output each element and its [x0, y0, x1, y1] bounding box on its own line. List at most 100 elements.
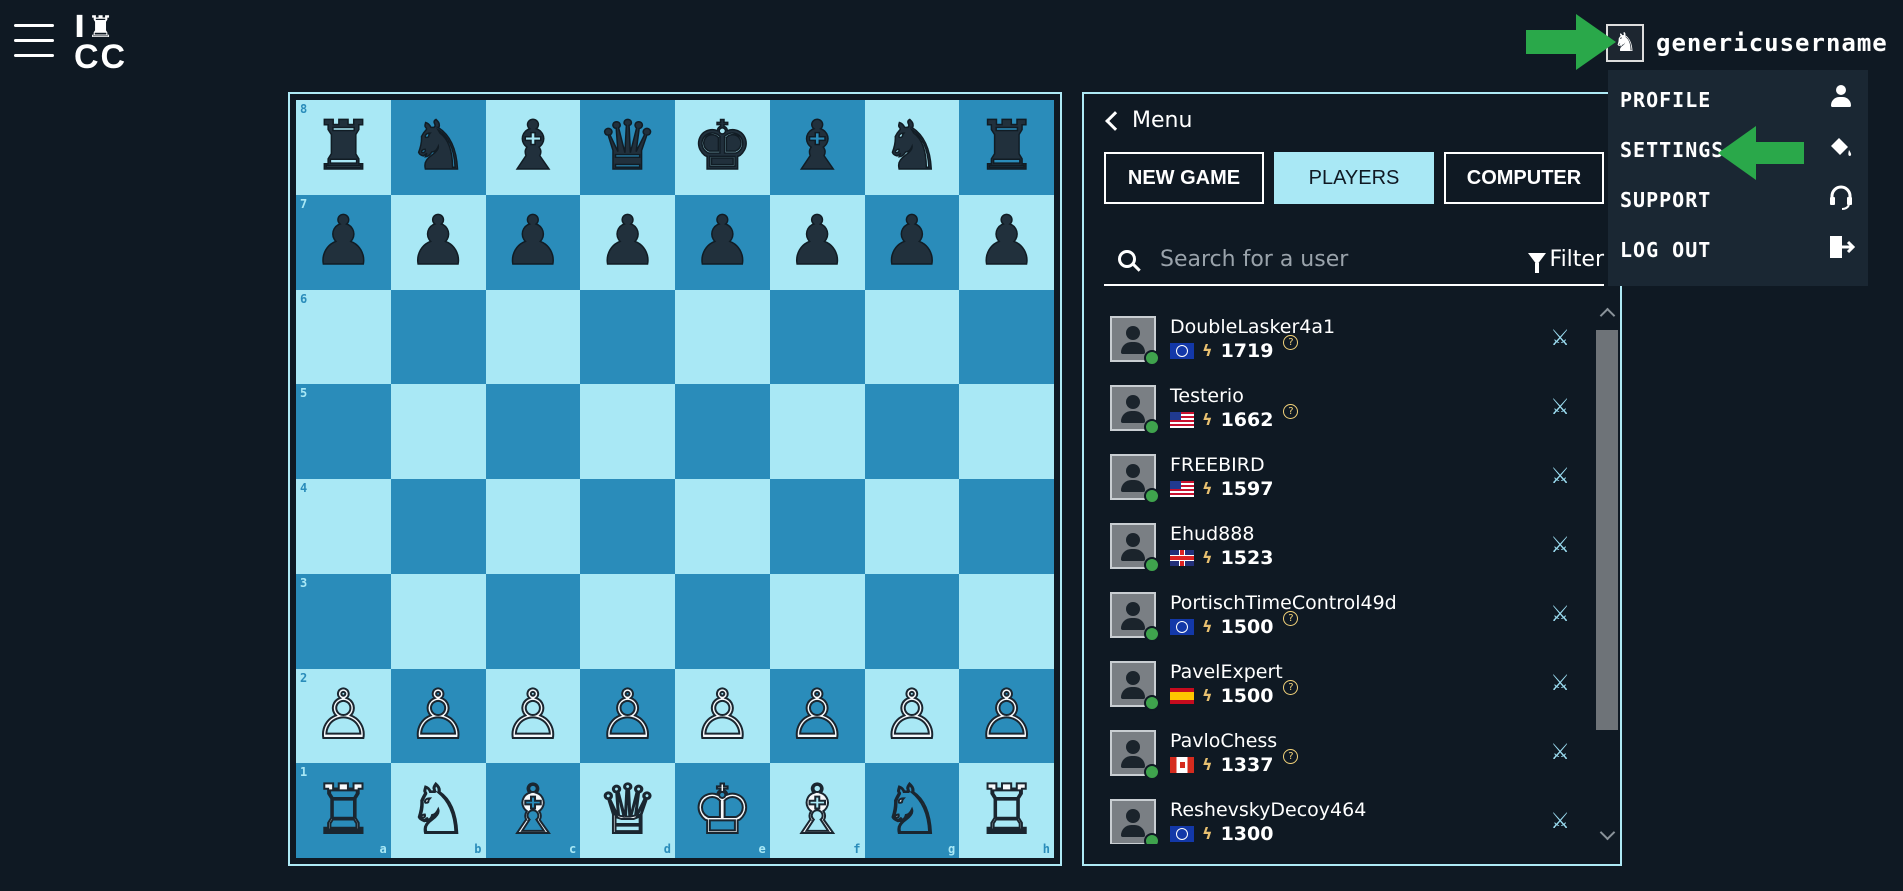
- player-list-scrollbar[interactable]: [1596, 304, 1618, 844]
- chess-piece[interactable]: ♗: [501, 775, 564, 845]
- chess-piece[interactable]: ♜: [312, 112, 374, 182]
- square-g6[interactable]: [864, 289, 960, 385]
- square-d5[interactable]: [580, 384, 675, 479]
- square-a3[interactable]: 3: [296, 573, 391, 669]
- square-c7[interactable]: ♟: [485, 194, 581, 290]
- player-row[interactable]: Testerio ϟ 1662? ⚔: [1104, 373, 1590, 442]
- chess-piece[interactable]: ♞: [407, 112, 469, 182]
- chess-piece[interactable]: ♙: [880, 680, 943, 750]
- player-row[interactable]: PavelExpert ϟ 1500? ⚔: [1104, 649, 1590, 718]
- square-a4[interactable]: 4: [296, 479, 391, 574]
- square-h7[interactable]: ♟: [959, 194, 1054, 290]
- chess-piece[interactable]: ♟: [312, 207, 374, 277]
- square-b3[interactable]: [390, 573, 486, 669]
- tab-players[interactable]: PLAYERS: [1274, 152, 1434, 204]
- scrollbar-thumb[interactable]: [1596, 330, 1618, 730]
- player-row[interactable]: FREEBIRD ϟ 1597 ⚔: [1104, 442, 1590, 511]
- chess-piece[interactable]: ♟: [691, 207, 753, 277]
- chess-board[interactable]: 8 ♜ ♞ ♝ ♛ ♚ ♝ ♞ ♜ 7 ♟ ♟ ♟ ♟ ♟ ♟ ♟ ♟ 6 5 4 3 2 ♙ ♙ ♙ ♙ ♙ ♙ ♙ ♙ 1 a ♖ b ♘ c ♗ d ♕…: [296, 100, 1054, 858]
- chess-piece[interactable]: ♞: [881, 112, 943, 182]
- square-g8[interactable]: ♞: [864, 100, 960, 195]
- square-g7[interactable]: ♟: [864, 194, 960, 290]
- player-row[interactable]: DoubleLasker4a1 ϟ 1719? ⚔: [1104, 304, 1590, 373]
- chess-piece[interactable]: ♙: [975, 680, 1038, 750]
- square-h6[interactable]: [959, 289, 1054, 385]
- hamburger-menu-button[interactable]: [14, 24, 54, 64]
- square-c1[interactable]: c ♗: [485, 763, 581, 858]
- square-b1[interactable]: b ♘: [390, 763, 486, 858]
- square-a7[interactable]: 7 ♟: [296, 194, 391, 290]
- menu-back-button[interactable]: Menu: [1104, 108, 1192, 133]
- scroll-down-icon[interactable]: [1599, 824, 1616, 841]
- chess-piece[interactable]: ♙: [501, 680, 564, 750]
- square-g2[interactable]: ♙: [864, 668, 960, 764]
- chess-piece[interactable]: ♝: [502, 112, 564, 182]
- square-e1[interactable]: e ♔: [675, 763, 770, 858]
- chess-piece[interactable]: ♛: [596, 112, 658, 182]
- chess-piece[interactable]: ♖: [312, 775, 375, 845]
- chess-piece[interactable]: ♟: [881, 207, 943, 277]
- square-h2[interactable]: ♙: [959, 668, 1054, 764]
- square-c5[interactable]: [485, 384, 581, 479]
- chess-piece[interactable]: ♟: [596, 207, 658, 277]
- square-b2[interactable]: ♙: [390, 668, 486, 764]
- dropdown-item-profile[interactable]: PROFILE: [1620, 78, 1856, 122]
- square-a8[interactable]: 8 ♜: [296, 100, 391, 195]
- user-menu-button[interactable]: ♞ genericusername: [1606, 24, 1888, 62]
- challenge-swords-icon[interactable]: ⚔: [1550, 809, 1570, 834]
- square-b6[interactable]: [390, 289, 486, 385]
- square-e3[interactable]: [675, 573, 770, 669]
- square-a2[interactable]: 2 ♙: [296, 668, 391, 764]
- chess-piece[interactable]: ♜: [975, 112, 1037, 182]
- chess-piece[interactable]: ♙: [312, 680, 375, 750]
- search-input[interactable]: [1158, 245, 1528, 273]
- square-b4[interactable]: [390, 479, 486, 574]
- square-f7[interactable]: ♟: [769, 194, 865, 290]
- chess-piece[interactable]: ♙: [786, 680, 849, 750]
- square-a5[interactable]: 5: [296, 384, 391, 479]
- square-h3[interactable]: [959, 573, 1054, 669]
- chess-piece[interactable]: ♟: [407, 207, 469, 277]
- filter-button[interactable]: Filter: [1527, 247, 1604, 273]
- player-row[interactable]: PavloChess ϟ 1337? ⚔: [1104, 718, 1590, 787]
- challenge-swords-icon[interactable]: ⚔: [1550, 326, 1570, 351]
- square-a1[interactable]: 1 a ♖: [296, 763, 391, 858]
- chess-piece[interactable]: ♔: [691, 775, 754, 845]
- square-h5[interactable]: [959, 384, 1054, 479]
- square-f3[interactable]: [769, 573, 865, 669]
- chess-piece[interactable]: ♗: [786, 775, 849, 845]
- square-e8[interactable]: ♚: [675, 100, 770, 195]
- square-f5[interactable]: [769, 384, 865, 479]
- square-f6[interactable]: [769, 289, 865, 385]
- square-d1[interactable]: d ♕: [580, 763, 675, 858]
- chess-piece[interactable]: ♙: [691, 680, 754, 750]
- logo[interactable]: I♜ CC: [74, 13, 134, 75]
- square-e4[interactable]: [675, 479, 770, 574]
- chess-piece[interactable]: ♘: [407, 775, 470, 845]
- square-f4[interactable]: [769, 479, 865, 574]
- scroll-up-icon[interactable]: [1599, 307, 1616, 324]
- square-e7[interactable]: ♟: [675, 194, 770, 290]
- square-d3[interactable]: [580, 573, 675, 669]
- square-g1[interactable]: g ♘: [864, 763, 960, 858]
- player-row[interactable]: ReshevskyDecoy464 ϟ 1300 ⚔: [1104, 787, 1590, 844]
- dropdown-item-logout[interactable]: LOG OUT: [1620, 228, 1856, 272]
- square-c6[interactable]: [485, 289, 581, 385]
- square-d8[interactable]: ♛: [580, 100, 675, 195]
- challenge-swords-icon[interactable]: ⚔: [1550, 533, 1570, 558]
- square-d2[interactable]: ♙: [580, 668, 675, 764]
- chess-piece[interactable]: ♟: [786, 207, 848, 277]
- tab-new-game[interactable]: NEW GAME: [1104, 152, 1264, 204]
- chess-piece[interactable]: ♕: [596, 775, 659, 845]
- square-c4[interactable]: [485, 479, 581, 574]
- square-g3[interactable]: [864, 573, 960, 669]
- square-g4[interactable]: [864, 479, 960, 574]
- square-f1[interactable]: f ♗: [769, 763, 865, 858]
- square-b7[interactable]: ♟: [390, 194, 486, 290]
- square-f8[interactable]: ♝: [769, 100, 865, 195]
- dropdown-item-support[interactable]: SUPPORT: [1620, 178, 1856, 222]
- square-c3[interactable]: [485, 573, 581, 669]
- chess-piece[interactable]: ♟: [975, 207, 1037, 277]
- square-b8[interactable]: ♞: [390, 100, 486, 195]
- chess-piece[interactable]: ♙: [596, 680, 659, 750]
